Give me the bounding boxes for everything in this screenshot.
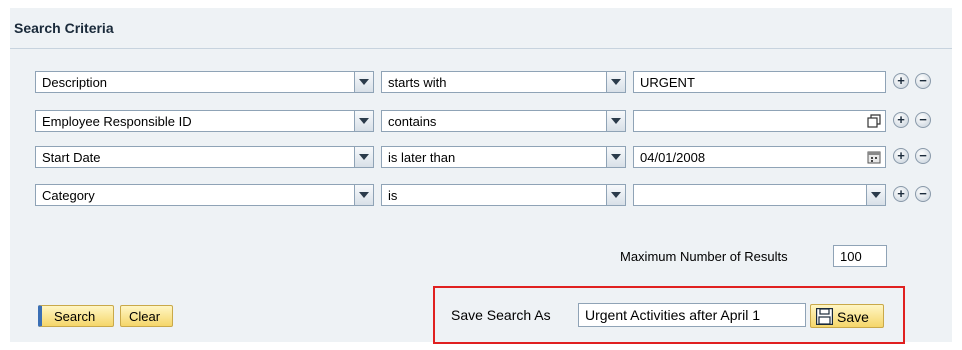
floppy-disk-icon xyxy=(815,307,834,328)
chevron-down-icon[interactable] xyxy=(354,72,373,92)
chevron-down-icon[interactable] xyxy=(866,185,885,205)
save-search-label: Save Search As xyxy=(451,307,551,323)
save-button[interactable]: Save xyxy=(810,304,884,328)
operator-dropdown[interactable]: is later than xyxy=(381,146,626,168)
operator-dropdown-value: is later than xyxy=(388,150,456,165)
chevron-down-icon[interactable] xyxy=(354,185,373,205)
chevron-down-icon[interactable] xyxy=(606,72,625,92)
value-input-text: 04/01/2008 xyxy=(640,150,706,165)
save-search-input[interactable]: Urgent Activities after April 1 xyxy=(578,303,806,327)
value-input-text: URGENT xyxy=(640,75,695,90)
calendar-icon[interactable] xyxy=(867,150,881,164)
operator-dropdown-value: starts with xyxy=(388,75,447,90)
remove-row-button[interactable]: − xyxy=(915,73,931,89)
value-input[interactable]: URGENT xyxy=(633,71,886,93)
field-dropdown-value: Description xyxy=(42,75,108,90)
add-row-button[interactable]: + xyxy=(893,148,909,164)
operator-dropdown-value: contains xyxy=(388,114,437,129)
value-input[interactable] xyxy=(633,110,886,132)
value-dropdown[interactable] xyxy=(633,184,886,206)
search-button[interactable]: Search xyxy=(38,305,114,327)
field-dropdown[interactable]: Start Date xyxy=(35,146,374,168)
value-help-icon[interactable] xyxy=(867,114,881,128)
remove-row-button[interactable]: − xyxy=(915,112,931,128)
operator-dropdown[interactable]: contains xyxy=(381,110,626,132)
value-input[interactable]: 04/01/2008 xyxy=(633,146,886,168)
field-dropdown-value: Category xyxy=(42,188,95,203)
remove-row-button[interactable]: − xyxy=(915,148,931,164)
chevron-down-icon[interactable] xyxy=(606,147,625,167)
field-dropdown[interactable]: Description xyxy=(35,71,374,93)
title-divider xyxy=(10,48,952,49)
save-search-input-text: Urgent Activities after April 1 xyxy=(585,307,761,323)
add-row-button[interactable]: + xyxy=(893,112,909,128)
chevron-down-icon[interactable] xyxy=(606,111,625,131)
operator-dropdown-value: is xyxy=(388,188,398,203)
chevron-down-icon[interactable] xyxy=(606,185,625,205)
operator-dropdown[interactable]: is xyxy=(381,184,626,206)
operator-dropdown[interactable]: starts with xyxy=(381,71,626,93)
add-row-button[interactable]: + xyxy=(893,186,909,202)
max-results-label: Maximum Number of Results xyxy=(620,249,788,264)
chevron-down-icon[interactable] xyxy=(354,147,373,167)
max-results-input[interactable]: 100 xyxy=(833,245,887,267)
clear-button[interactable]: Clear xyxy=(120,305,173,327)
field-dropdown-value: Start Date xyxy=(42,150,101,165)
add-row-button[interactable]: + xyxy=(893,73,909,89)
max-results-value: 100 xyxy=(840,249,862,264)
section-title: Search Criteria xyxy=(14,20,114,36)
field-dropdown[interactable]: Employee Responsible ID xyxy=(35,110,374,132)
field-dropdown[interactable]: Category xyxy=(35,184,374,206)
remove-row-button[interactable]: − xyxy=(915,186,931,202)
field-dropdown-value: Employee Responsible ID xyxy=(42,114,192,129)
chevron-down-icon[interactable] xyxy=(354,111,373,131)
